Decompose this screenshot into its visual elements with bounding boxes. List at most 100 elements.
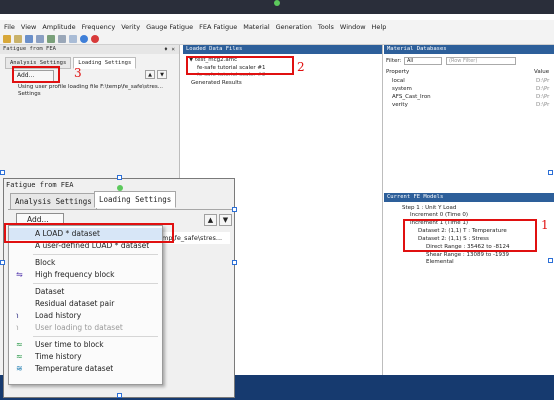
history-icon: ℩ xyxy=(16,311,19,320)
menu-separator xyxy=(33,336,158,337)
menu-item-label: Load history xyxy=(35,311,82,320)
save-icon[interactable] xyxy=(14,34,22,43)
db-row[interactable]: verity xyxy=(392,102,408,108)
window-icon[interactable] xyxy=(69,34,77,43)
menu-item-load-history[interactable]: ℩ Load history xyxy=(9,310,162,322)
menu-item-dataset[interactable]: Dataset xyxy=(9,286,162,298)
menu-material[interactable]: Material xyxy=(243,23,269,31)
loading-file-line: Using user profile loading file F:\temp\… xyxy=(18,84,163,90)
tab-analysis-settings[interactable]: Analysis Settings xyxy=(10,193,97,210)
col-property: Property xyxy=(386,69,410,75)
elemental-node[interactable]: Elemental xyxy=(426,259,454,265)
menu-window[interactable]: Window xyxy=(340,23,366,31)
time-icon: ≈ xyxy=(16,340,23,349)
panel-pin-icon[interactable]: ♦ × xyxy=(164,45,175,54)
db-row[interactable]: AFS_Cast_Iron xyxy=(392,94,431,100)
menu-item-label: Residual dataset pair xyxy=(35,299,115,308)
menu-gauge-fatigue[interactable]: Gauge Fatigue xyxy=(146,23,193,31)
menu-item-temperature[interactable]: ≋ Temperature dataset xyxy=(9,363,162,375)
move-up-button[interactable]: ▲ xyxy=(204,214,217,226)
menu-item-label: Dataset xyxy=(35,287,65,296)
menu-file[interactable]: File xyxy=(4,23,15,31)
resize-handle[interactable] xyxy=(117,175,122,180)
menu-item-label: User loading to dataset xyxy=(35,323,123,332)
move-down-button[interactable]: ▼ xyxy=(219,214,232,226)
menu-view[interactable]: View xyxy=(21,23,36,31)
hf-icon: ⇋ xyxy=(16,270,23,279)
menu-separator xyxy=(33,254,158,255)
step-node[interactable]: Step 1 : Unit Y Load xyxy=(402,205,456,211)
menu-item-user-loading: ℩ User loading to dataset xyxy=(9,322,162,334)
temp-icon: ≋ xyxy=(16,364,23,373)
annotation-number-1: 1 xyxy=(541,218,549,232)
panel-header: Material Databases xyxy=(384,45,554,54)
annotation-number-2: 2 xyxy=(297,60,305,74)
history-icon: ℩ xyxy=(16,323,19,332)
col-value: Value xyxy=(534,69,550,75)
menu-fea-fatigue[interactable]: FEA Fatigue xyxy=(199,23,237,31)
panel-header: Current FE Models xyxy=(384,193,554,202)
menu-item-user-time-block[interactable]: ≈ User time to block xyxy=(9,339,162,351)
rotate-handle[interactable] xyxy=(274,0,280,6)
generated-results-node[interactable]: Generated Results xyxy=(191,80,242,86)
filter-select[interactable]: All xyxy=(404,57,442,65)
panel-title: Fatigue from FEA xyxy=(3,46,56,52)
chart-icon[interactable] xyxy=(25,34,33,43)
annotation-box-2 xyxy=(186,56,294,75)
time-icon: ≈ xyxy=(16,352,23,361)
annotation-number-3: 3 xyxy=(74,66,82,80)
rotate-handle[interactable] xyxy=(117,185,123,191)
add-context-menu: A LOAD * dataset A user-defined LOAD * d… xyxy=(8,225,163,385)
menubar: File View Amplitude Frequency Verity Gau… xyxy=(0,20,554,33)
tab-loading-settings[interactable]: Loading Settings xyxy=(94,191,177,208)
menu-item-label: Time history xyxy=(35,352,82,361)
resize-handle[interactable] xyxy=(548,258,553,263)
stop-icon[interactable] xyxy=(91,34,99,43)
row-filter-input[interactable]: (Row Filter) xyxy=(446,57,516,65)
menu-item-residual-pair[interactable]: Residual dataset pair xyxy=(9,298,162,310)
db-value: D:\Pr xyxy=(536,94,550,100)
menu-item-label: Temperature dataset xyxy=(35,364,114,373)
toolbar xyxy=(0,33,554,45)
annotation-box-3 xyxy=(12,66,60,83)
move-up-button[interactable]: ▲ xyxy=(145,70,155,79)
menu-verity[interactable]: Verity xyxy=(121,23,140,31)
menu-frequency[interactable]: Frequency xyxy=(82,23,116,31)
settings-node[interactable]: Settings xyxy=(18,91,41,97)
menu-amplitude[interactable]: Amplitude xyxy=(42,23,75,31)
menu-item-hf-block[interactable]: ⇋ High frequency block xyxy=(9,269,162,281)
tab-loading-settings[interactable]: Loading Settings xyxy=(73,57,137,69)
menu-help[interactable]: Help xyxy=(372,23,387,31)
panel-header: Loaded Data Files xyxy=(183,45,382,54)
increment-node[interactable]: Increment 0 (Time 0) xyxy=(410,212,468,218)
db-value: D:\Pr xyxy=(536,86,550,92)
annotation-box-menu xyxy=(4,223,174,243)
resize-handle[interactable] xyxy=(117,393,122,398)
menu-item-label: User time to block xyxy=(35,340,104,349)
filter-label: Filter: xyxy=(386,58,402,64)
resize-handle[interactable] xyxy=(0,170,5,175)
menu-tools[interactable]: Tools xyxy=(318,23,334,31)
table-icon[interactable] xyxy=(58,34,66,43)
menu-item-time-history[interactable]: ≈ Time history xyxy=(9,351,162,363)
panel-header: Fatigue from FEA ♦ × xyxy=(0,45,179,54)
db-value: D:\Pr xyxy=(536,78,550,84)
divider xyxy=(8,209,232,210)
resize-handle[interactable] xyxy=(232,207,237,212)
graph-icon[interactable] xyxy=(47,34,55,43)
menu-item-block[interactable]: Block xyxy=(9,257,162,269)
fatigue-icon[interactable] xyxy=(36,34,44,43)
db-row[interactable]: system xyxy=(392,86,412,92)
resize-handle[interactable] xyxy=(232,260,237,265)
resize-handle[interactable] xyxy=(548,170,553,175)
move-down-button[interactable]: ▼ xyxy=(157,70,167,79)
menu-generation[interactable]: Generation xyxy=(276,23,312,31)
menu-item-label: Block xyxy=(35,258,56,267)
resize-handle[interactable] xyxy=(0,260,5,265)
open-folder-icon[interactable] xyxy=(3,34,11,43)
menu-separator xyxy=(33,283,158,284)
menu-item-label: High frequency block xyxy=(35,270,115,279)
range-node[interactable]: Shear Range : 13089 to -1939 xyxy=(426,252,509,258)
help-icon[interactable] xyxy=(80,34,88,43)
db-row[interactable]: local xyxy=(392,78,405,84)
